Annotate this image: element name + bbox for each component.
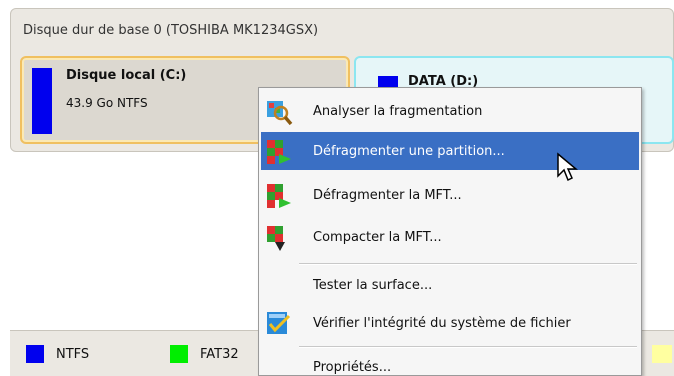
legend-item-ntfs: NTFS (26, 345, 89, 363)
partition-c-info: 43.9 Go NTFS (66, 96, 148, 110)
legend-swatch-ntfs (26, 345, 44, 363)
menu-item-properties[interactable]: Propriétés... (261, 348, 639, 375)
context-menu: Analyser la fragmentation Défragmenter u… (258, 87, 642, 376)
defragment-mft-icon (265, 182, 293, 210)
partition-c-name: Disque local (C:) (66, 68, 187, 83)
legend-swatch-fat32 (170, 345, 188, 363)
analyze-fragmentation-icon (265, 98, 293, 126)
menu-item-label: Défragmenter la MFT... (313, 187, 462, 203)
defragment-partition-icon (265, 138, 293, 166)
menu-item-label: Analyser la fragmentation (313, 103, 483, 119)
disk-title: Disque dur de base 0 (TOSHIBA MK1234GSX) (23, 23, 319, 38)
menu-item-label: Compacter la MFT... (313, 229, 442, 245)
menu-item-label: Propriétés... (313, 359, 392, 375)
legend-swatch-other (652, 345, 672, 363)
partition-c-color-swatch (32, 68, 52, 134)
menu-item-label: Défragmenter une partition... (313, 143, 505, 159)
menu-item-label: Tester la surface... (313, 277, 433, 293)
legend-label-ntfs: NTFS (56, 346, 90, 362)
check-filesystem-icon (265, 310, 293, 338)
menu-item-check-filesystem[interactable]: Vérifier l'intégrité du système de fichi… (261, 304, 639, 342)
legend-item-fat32: FAT32 (170, 345, 239, 363)
menu-item-compact-mft[interactable]: Compacter la MFT... (261, 218, 639, 256)
menu-item-analyze-fragmentation[interactable]: Analyser la fragmentation (261, 92, 639, 130)
menu-separator (299, 263, 637, 265)
compact-mft-icon (265, 224, 293, 252)
mouse-cursor-icon (557, 152, 578, 182)
menu-item-defragment-partition[interactable]: Défragmenter une partition... (261, 132, 639, 170)
legend-label-fat32: FAT32 (200, 346, 239, 362)
menu-item-defragment-mft[interactable]: Défragmenter la MFT... (261, 176, 639, 214)
menu-item-test-surface[interactable]: Tester la surface... (261, 266, 639, 304)
menu-item-label: Vérifier l'intégrité du système de fichi… (313, 315, 571, 331)
